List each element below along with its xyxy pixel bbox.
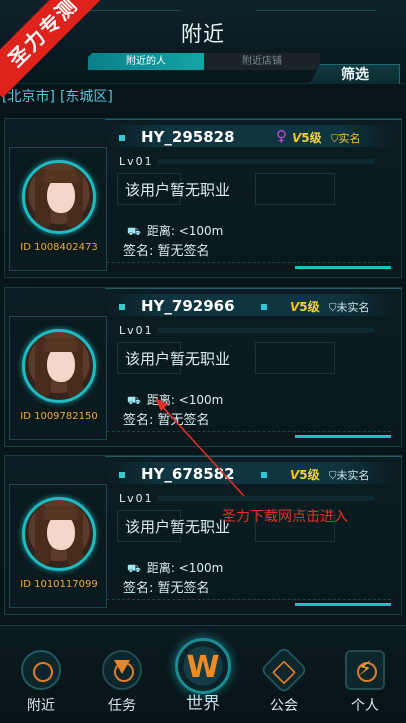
square-bullet-icon xyxy=(119,304,125,310)
location-district[interactable]: [东城区] xyxy=(60,89,113,105)
card-accent-bar xyxy=(295,266,391,269)
avatar-hair xyxy=(43,506,79,520)
location-breadcrumb: [北京市] [东城区] xyxy=(2,86,118,106)
level-text: 5级 xyxy=(299,468,320,482)
level-progress-bar xyxy=(157,328,375,333)
nav-item-profile[interactable]: ⚡ 个人 xyxy=(325,626,405,723)
user-card[interactable]: HY_792966 V5级 ⛉未实名 Lv01 该用户暂无职业 ⛟ 距离: <10… xyxy=(4,287,402,447)
verification-status: ⛉未实名 xyxy=(329,299,370,315)
avatar-hair xyxy=(43,169,79,183)
square-bullet-icon xyxy=(261,304,267,310)
tab-nearby-shops[interactable]: 附近店铺 xyxy=(204,53,320,70)
verification-label: 实名 xyxy=(338,132,361,145)
avatar-frame[interactable]: ID 1008402473 xyxy=(9,147,107,271)
signature-text: 签名: 暂无签名 xyxy=(123,413,210,428)
nav-label: 个人 xyxy=(351,698,379,714)
verification-status: ⛉未实名 xyxy=(329,467,370,483)
location-pin-icon: ⛟ xyxy=(127,394,141,407)
distance-text: ⛟ 距离: <100m xyxy=(127,391,223,409)
card-divider xyxy=(107,599,391,600)
shield-icon: ⛉ xyxy=(329,471,337,482)
signature-text: 签名: 暂无签名 xyxy=(123,581,210,596)
verification-status: ⛉实名 xyxy=(331,130,361,146)
card-frame-line xyxy=(105,456,401,457)
bolt-profile-icon: ⚡ xyxy=(357,656,373,680)
guild-icon xyxy=(259,645,309,695)
nav-label: 附近 xyxy=(27,698,55,714)
avatar-hair xyxy=(43,338,79,352)
username: HY_678582 xyxy=(141,465,235,483)
card-frame-line xyxy=(105,119,401,120)
nav-item-nearby[interactable]: 附近 xyxy=(1,626,81,723)
level-badge: V5级 xyxy=(292,129,322,146)
avatar[interactable] xyxy=(22,160,96,234)
level-badge: V5级 xyxy=(290,466,320,483)
location-pin-icon: ⛟ xyxy=(127,225,141,238)
nav-item-world[interactable]: W 世界 xyxy=(163,626,243,723)
location-city[interactable]: [北京市] xyxy=(2,89,55,105)
distance-text: ⛟ 距离: <100m xyxy=(127,559,223,577)
vip-v-icon: V xyxy=(290,300,300,314)
occupation-text: 该用户暂无职业 xyxy=(125,518,231,536)
user-card[interactable]: HY_678582 V5级 ⛉未实名 Lv01 该用户暂无职业 ⛟ 距离: <10… xyxy=(4,455,402,615)
w-logo-glyph: W xyxy=(186,650,220,685)
card-divider xyxy=(107,262,391,263)
user-id: ID 1010117099 xyxy=(20,579,98,590)
level-progress-bar xyxy=(157,159,375,164)
level-text: 5级 xyxy=(299,300,320,314)
user-card[interactable]: HY_295828 ♀ V5级 ⛉实名 Lv01 该用户暂无职业 ⛟ 距离: <1… xyxy=(4,118,402,278)
card-frame-line xyxy=(105,288,401,289)
vip-v-icon: V xyxy=(292,131,302,145)
card-divider xyxy=(107,431,391,432)
tab-bar: 附近的人 附近店铺 xyxy=(88,53,320,70)
level-label: Lv01 xyxy=(119,492,154,505)
square-bullet-icon xyxy=(119,135,125,141)
radar-icon xyxy=(21,650,61,690)
nav-label: 世界 xyxy=(186,694,220,714)
triangle-task-icon xyxy=(114,660,130,674)
signature-text: 签名: 暂无签名 xyxy=(123,244,210,259)
avatar[interactable] xyxy=(22,329,96,403)
filter-button[interactable]: 筛选 xyxy=(310,64,400,84)
annotation-text: 圣力下载网点击进入 xyxy=(222,509,348,525)
occupation-text: 该用户暂无职业 xyxy=(125,350,231,368)
level-label: Lv01 xyxy=(119,155,154,168)
nav-item-tasks[interactable]: 任务 xyxy=(82,626,162,723)
level-badge: V5级 xyxy=(290,298,320,315)
distance-value: 距离: <100m xyxy=(146,561,224,575)
grid-box xyxy=(255,342,335,374)
nav-label: 任务 xyxy=(108,698,136,714)
distance-value: 距离: <100m xyxy=(146,393,224,407)
avatar-frame[interactable]: ID 1009782150 xyxy=(9,316,107,440)
square-bullet-icon xyxy=(261,472,267,478)
nav-label: 公会 xyxy=(270,698,298,714)
tab-nearby-people[interactable]: 附近的人 xyxy=(88,53,204,70)
location-pin-icon: ⛟ xyxy=(127,562,141,575)
username: HY_295828 xyxy=(141,128,235,146)
vip-v-icon: V xyxy=(290,468,300,482)
username: HY_792966 xyxy=(141,297,235,315)
distance-value: 距离: <100m xyxy=(146,224,224,238)
female-icon: ♀ xyxy=(276,127,287,145)
level-text: 5级 xyxy=(301,131,322,145)
verification-label: 未实名 xyxy=(336,301,370,314)
user-id: ID 1008402473 xyxy=(20,242,98,253)
card-accent-bar xyxy=(295,435,391,438)
avatar-frame[interactable]: ID 1010117099 xyxy=(9,484,107,608)
distance-text: ⛟ 距离: <100m xyxy=(127,222,223,240)
avatar[interactable] xyxy=(22,497,96,571)
shield-icon: ⛉ xyxy=(329,303,337,314)
level-progress-bar xyxy=(157,496,375,501)
square-bullet-icon xyxy=(119,472,125,478)
nav-item-guild[interactable]: 公会 xyxy=(244,626,324,723)
user-id: ID 1009782150 xyxy=(20,411,98,422)
verification-label: 未实名 xyxy=(336,469,370,482)
shield-icon: ⛉ xyxy=(331,134,339,145)
card-accent-bar xyxy=(295,603,391,606)
grid-box xyxy=(255,173,335,205)
occupation-text: 该用户暂无职业 xyxy=(125,181,231,199)
bottom-navigation: 附近 任务 W 世界 公会 ⚡ 个人 xyxy=(0,625,406,723)
level-label: Lv01 xyxy=(119,324,154,337)
